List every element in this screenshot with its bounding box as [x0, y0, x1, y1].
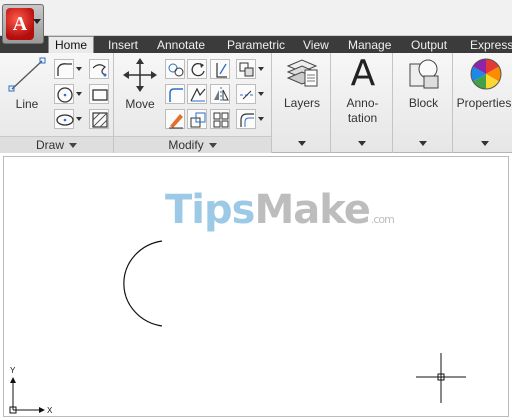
ellipse-dropdown[interactable]	[75, 109, 82, 129]
move-button[interactable]: Move	[118, 55, 162, 119]
spline-icon	[92, 64, 107, 77]
modify-panel-title[interactable]: Modify	[114, 136, 271, 153]
tab-view[interactable]: View	[297, 37, 335, 53]
fillet-icon	[169, 88, 183, 102]
layers-panel[interactable]: Layers	[273, 53, 331, 153]
tab-output[interactable]: Output	[405, 37, 453, 53]
chevron-down-icon	[481, 141, 489, 146]
tab-annotate[interactable]: Annotate	[151, 37, 211, 53]
layers-label: Layers	[283, 96, 321, 110]
polyline-icon	[57, 63, 72, 76]
mirror-icon	[214, 87, 229, 103]
trim-button[interactable]	[210, 59, 230, 79]
block-icon	[409, 59, 439, 89]
draw-panel-label: Draw	[35, 138, 64, 152]
tab-parametric[interactable]: Parametric	[221, 37, 291, 53]
explode-icon	[240, 90, 254, 100]
title-bar	[0, 0, 512, 36]
draw-panel: Line Draw	[0, 53, 114, 153]
line-button[interactable]: Line	[4, 55, 50, 119]
rotate-button[interactable]	[187, 59, 207, 79]
polyline-dropdown[interactable]	[75, 59, 82, 79]
scale-icon	[190, 112, 206, 128]
text-a-icon: A	[350, 53, 376, 94]
copy-button[interactable]	[165, 59, 185, 79]
offset-icon	[240, 113, 254, 127]
erase-button[interactable]	[165, 109, 185, 129]
drawing-canvas[interactable]: TipsMake.com Y X	[3, 156, 509, 417]
explode-button[interactable]	[236, 84, 256, 104]
ucs-y-label: Y	[10, 366, 16, 375]
annotation-label-line2: tation	[347, 111, 378, 125]
stretch-icon	[190, 87, 206, 102]
explode-dropdown[interactable]	[257, 84, 264, 104]
tab-express[interactable]: Express	[464, 37, 512, 53]
circle-icon	[57, 87, 73, 103]
circle-button[interactable]	[54, 84, 74, 104]
chevron-down-icon	[358, 141, 366, 146]
ribbon: Line Draw Move Modify Layers A Anno- tat…	[0, 53, 512, 153]
grid-array-button[interactable]	[210, 109, 230, 129]
tab-home[interactable]: Home	[48, 36, 95, 53]
scale-button[interactable]	[187, 109, 207, 129]
mirror-button[interactable]	[210, 84, 230, 104]
grid-array-icon	[213, 112, 229, 128]
arc-drawing	[123, 240, 163, 327]
stretch-button[interactable]	[187, 84, 207, 104]
offset-button[interactable]	[236, 109, 256, 129]
chevron-down-icon	[419, 141, 427, 146]
rectangle-button[interactable]	[89, 84, 109, 104]
hatch-button[interactable]	[89, 109, 109, 129]
annotation-panel[interactable]: A Anno- tation	[332, 53, 393, 153]
circle-dropdown[interactable]	[75, 84, 82, 104]
properties-panel[interactable]: Properties	[454, 53, 512, 153]
color-wheel-icon	[470, 58, 502, 90]
modify-panel-label: Modify	[168, 138, 204, 152]
polyline-button[interactable]	[54, 59, 74, 79]
chevron-down-icon	[33, 19, 41, 24]
erase-icon	[169, 114, 183, 129]
ellipse-button[interactable]	[54, 109, 74, 129]
offset-dropdown[interactable]	[257, 109, 264, 129]
crosshair-cursor	[416, 353, 466, 403]
array-icon	[239, 62, 254, 77]
array-button[interactable]	[236, 59, 256, 79]
ellipse-icon	[56, 114, 74, 126]
draw-panel-title[interactable]: Draw	[0, 136, 113, 153]
ucs-x-label: X	[47, 406, 53, 415]
modify-panel: Move Modify	[114, 53, 272, 153]
move-label: Move	[125, 97, 155, 111]
rotate-icon	[191, 62, 205, 77]
tab-insert[interactable]: Insert	[102, 37, 144, 53]
block-label: Block	[408, 96, 439, 110]
line-icon	[8, 57, 46, 92]
ribbon-tab-bar: Home Insert Annotate Parametric View Man…	[0, 36, 512, 53]
copy-icon	[168, 63, 184, 77]
properties-label: Properties	[456, 96, 512, 110]
chevron-down-icon	[298, 141, 306, 146]
drawing-geometry	[9, 240, 466, 414]
trim-icon	[216, 63, 227, 78]
block-panel[interactable]: Block	[394, 53, 453, 153]
application-menu-button[interactable]: A	[2, 4, 44, 44]
spline-button[interactable]	[89, 59, 109, 79]
rectangle-icon	[92, 89, 108, 101]
move-icon	[123, 58, 157, 92]
hatch-icon	[92, 112, 108, 128]
ucs-icon	[9, 377, 45, 414]
chevron-down-icon	[208, 143, 217, 149]
autocad-logo-icon: A	[6, 8, 34, 40]
annotation-label-line1: Anno-	[346, 96, 379, 110]
tab-manage[interactable]: Manage	[342, 37, 397, 53]
line-label: Line	[15, 97, 39, 111]
fillet-button[interactable]	[165, 84, 185, 104]
layers-icon	[286, 59, 318, 87]
array-dropdown[interactable]	[257, 59, 264, 79]
chevron-down-icon	[69, 143, 77, 149]
